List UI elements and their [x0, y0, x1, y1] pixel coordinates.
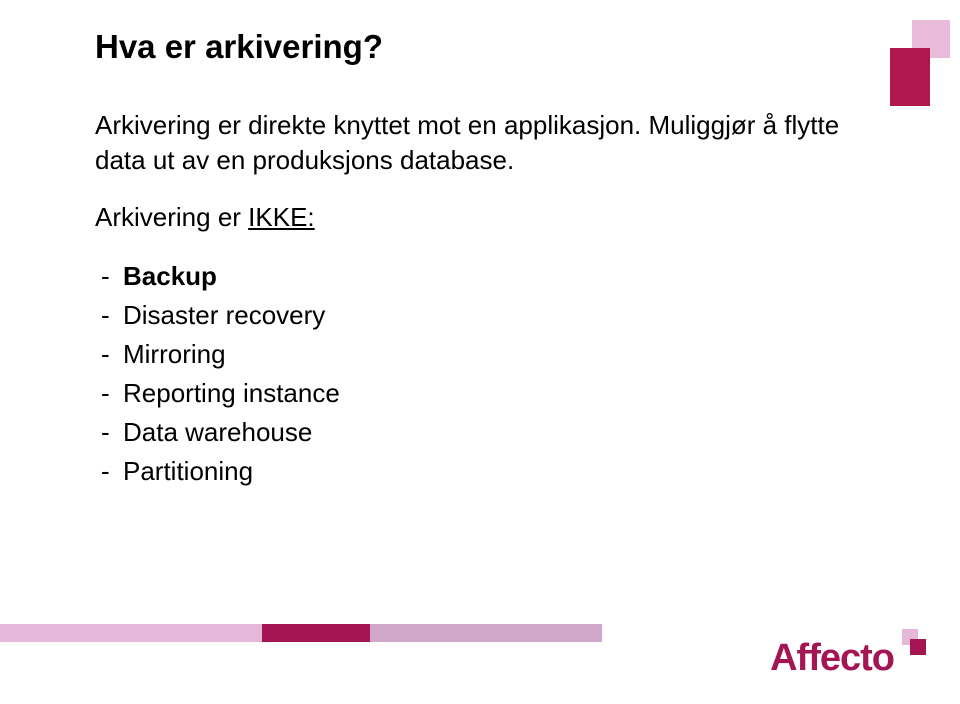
- footer-bar-1: [0, 624, 262, 642]
- paragraph-2-prefix: Arkivering er: [95, 202, 248, 232]
- footer-bar-2: [262, 624, 370, 642]
- list-item: Backup: [123, 257, 865, 296]
- slide-title: Hva er arkivering?: [95, 28, 865, 66]
- logo-text: Affecto: [770, 637, 894, 680]
- list-item-text: Data warehouse: [123, 417, 312, 447]
- paragraph-2-underlined: IKKE:: [248, 202, 314, 232]
- list-item-text: Mirroring: [123, 339, 226, 369]
- not-list: Backup Disaster recovery Mirroring Repor…: [95, 257, 865, 491]
- list-item-text: Backup: [123, 261, 217, 291]
- corner-square-dark: [890, 48, 930, 106]
- list-item: Mirroring: [123, 335, 865, 374]
- list-item: Partitioning: [123, 452, 865, 491]
- paragraph-1: Arkivering er direkte knyttet mot en app…: [95, 108, 865, 178]
- list-item: Reporting instance: [123, 374, 865, 413]
- footer-color-bars: [0, 624, 602, 642]
- list-item: Data warehouse: [123, 413, 865, 452]
- slide-container: Hva er arkivering? Arkivering er direkte…: [0, 0, 960, 704]
- paragraph-2: Arkivering er IKKE:: [95, 200, 865, 235]
- logo-squares-icon: [896, 627, 926, 667]
- list-item: Disaster recovery: [123, 296, 865, 335]
- brand-logo: Affecto: [770, 637, 926, 680]
- logo-square-dark: [910, 639, 926, 655]
- list-item-text: Reporting instance: [123, 378, 340, 408]
- list-item-text: Disaster recovery: [123, 300, 325, 330]
- footer-bar-3: [370, 624, 602, 642]
- corner-decoration: [890, 20, 950, 108]
- list-item-text: Partitioning: [123, 456, 253, 486]
